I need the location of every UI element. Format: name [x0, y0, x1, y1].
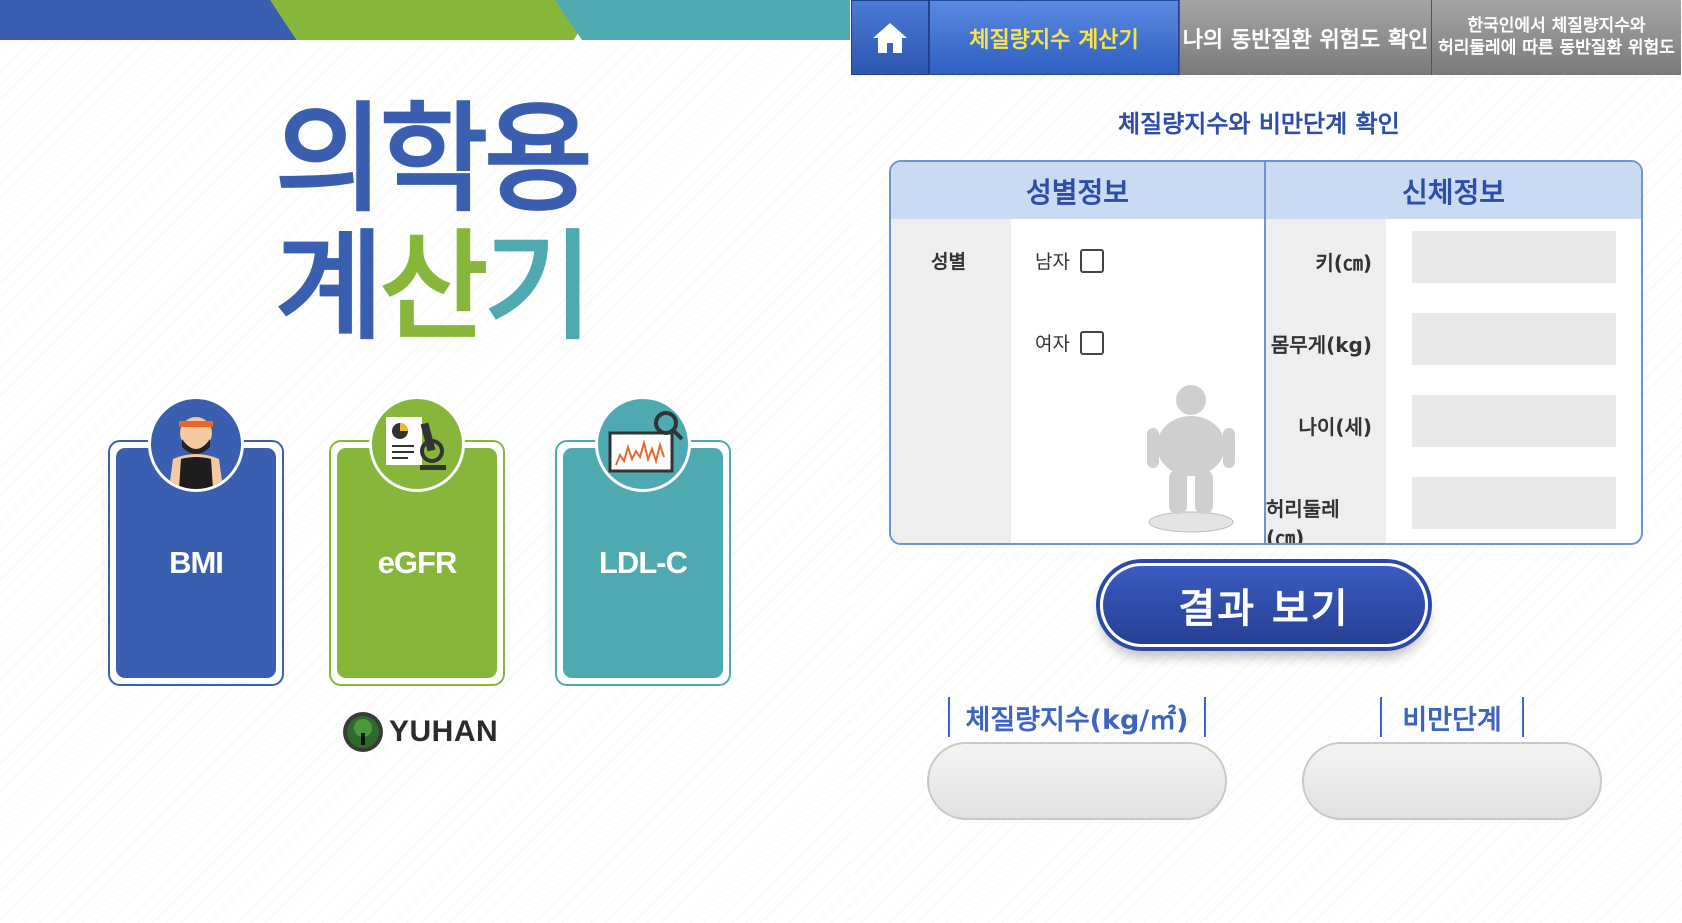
section-title: 체질량지수와 비만단계 확인	[1118, 110, 1400, 138]
home-icon	[873, 22, 907, 53]
age-label: 나이(세)	[1298, 415, 1372, 439]
female-option[interactable]: 여자	[1035, 329, 1104, 356]
ldlc-calculator-card[interactable]: LDL-C	[555, 396, 731, 686]
weight-label: 몸무게(kg)	[1270, 333, 1372, 357]
tab-label-line2: 허리둘레에 따른 동반질환 위험도	[1438, 37, 1675, 58]
person-headband-icon	[148, 396, 244, 492]
home-tab[interactable]	[851, 0, 929, 75]
grade-result-box	[1302, 742, 1602, 820]
tab-bar: 체질량지수 계산기 나의 동반질환 위험도 확인 한국인에서 체질량지수와 허리…	[851, 0, 1682, 75]
waist-label: 허리둘레(㎝)	[1266, 497, 1340, 545]
grade-result-label: 비만단계	[1380, 697, 1524, 737]
egfr-calculator-card[interactable]: eGFR	[329, 396, 505, 686]
waist-input[interactable]	[1412, 477, 1616, 529]
tab-label-line1: 한국인에서 체질량지수와	[1467, 16, 1646, 37]
lab-report-microscope-icon	[369, 396, 465, 492]
weight-input[interactable]	[1412, 313, 1616, 365]
female-checkbox[interactable]	[1079, 330, 1104, 355]
body-header: 신체정보	[1401, 175, 1506, 209]
yuhan-logo-icon	[343, 712, 383, 752]
tab-comorbidity-risk[interactable]: 나의 동반질환 위험도 확인	[1179, 0, 1431, 75]
tab-korean-risk[interactable]: 한국인에서 체질량지수와 허리둘레에 따른 동반질환 위험도	[1431, 0, 1681, 75]
height-label: 키(㎝)	[1315, 251, 1372, 275]
monitor-chart-magnifier-icon	[595, 396, 691, 492]
bmi-calculator-card[interactable]: BMI	[108, 396, 284, 686]
gender-label: 성별	[931, 251, 966, 273]
male-checkbox[interactable]	[1079, 248, 1104, 273]
age-input[interactable]	[1412, 395, 1616, 447]
bmi-result-box	[927, 742, 1227, 820]
male-option[interactable]: 남자	[1035, 247, 1104, 274]
body-figure-icon	[1147, 385, 1235, 533]
app-title-line1: 의학용	[275, 90, 593, 228]
input-form: 성별정보 신체정보 성별 남자 여자 키(㎝) 몸무게(kg) 나이(세) 허리…	[889, 160, 1643, 545]
brand: YUHAN	[343, 712, 498, 752]
app-title-line2: 계산기	[275, 218, 593, 356]
tab-bmi-calculator[interactable]: 체질량지수 계산기	[929, 0, 1179, 75]
female-label: 여자	[1035, 333, 1070, 355]
top-color-stripe	[0, 0, 850, 40]
gender-header: 성별정보	[891, 162, 1266, 219]
brand-name: YUHAN	[389, 715, 499, 748]
male-label: 남자	[1035, 251, 1070, 273]
height-input[interactable]	[1412, 231, 1616, 283]
show-result-button[interactable]: 결과 보기	[1100, 563, 1428, 647]
bmi-result-label: 체질량지수(kg/㎡)	[948, 697, 1206, 737]
